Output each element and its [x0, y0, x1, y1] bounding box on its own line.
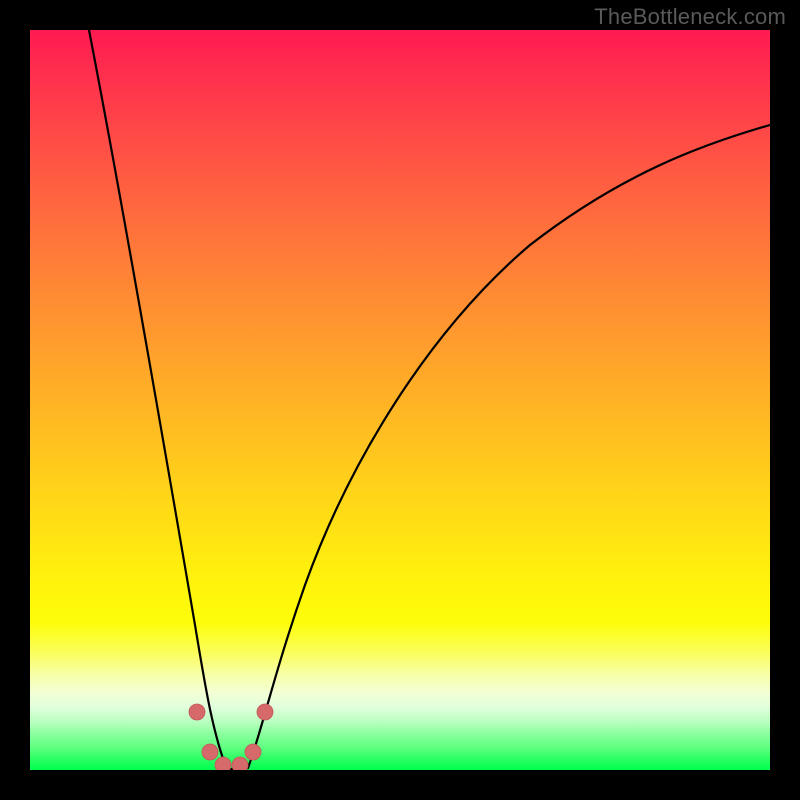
- chart-frame: TheBottleneck.com: [0, 0, 800, 800]
- marker-dot: [257, 704, 273, 720]
- plot-area: [30, 30, 770, 770]
- marker-dot: [202, 744, 218, 760]
- v-curve-left: [89, 30, 227, 770]
- marker-dot: [189, 704, 205, 720]
- marker-dot: [245, 744, 261, 760]
- v-curve-right: [248, 125, 770, 768]
- bottom-marker-group: [189, 704, 273, 770]
- curve-overlay: [30, 30, 770, 770]
- watermark-text: TheBottleneck.com: [594, 4, 786, 30]
- marker-dot: [232, 757, 248, 770]
- marker-dot: [215, 757, 231, 770]
